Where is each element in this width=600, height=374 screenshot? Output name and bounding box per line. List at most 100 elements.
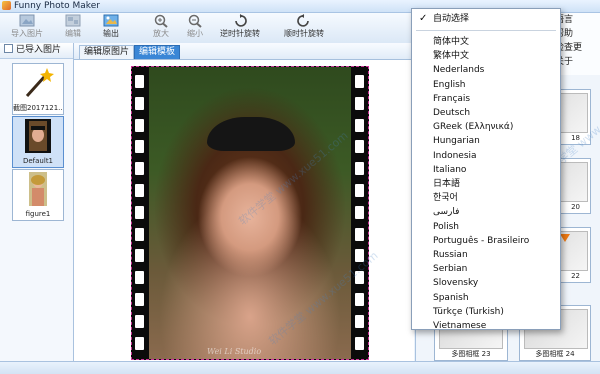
export-icon (103, 14, 119, 27)
template-caption: 多图相框 23 (451, 350, 491, 358)
film-hole (355, 293, 364, 306)
import-image-button[interactable]: 导入图片 (4, 14, 50, 42)
arrow-down-icon (560, 234, 570, 242)
rotate-ccw-label: 逆时针旋转 (220, 29, 260, 38)
rotate-cw-button[interactable]: 顺时针旋转 (278, 14, 330, 42)
language-option[interactable]: Indonesia (412, 149, 560, 163)
zoom-out-icon (188, 14, 202, 28)
language-option[interactable]: Français (412, 92, 560, 106)
film-hole (135, 271, 144, 285)
imported-image-item[interactable]: 截图2017121... (12, 63, 64, 115)
editor-canvas[interactable]: Wei Li Studio 软件学堂 www.xue51.com 软件学堂 ww… (74, 60, 414, 361)
language-option[interactable]: Türkçe (Turkish) (412, 305, 560, 319)
film-hole (135, 314, 144, 328)
film-hole (355, 118, 364, 132)
export-label: 输出 (103, 29, 119, 38)
zoom-in-icon (154, 14, 168, 28)
language-option-label: 简体中文 (433, 37, 470, 47)
language-option-label: Slovensky (433, 278, 479, 289)
language-auto-label: 自动选择 (433, 14, 470, 24)
rotate-cw-icon (297, 14, 309, 27)
language-auto-option[interactable]: ✓ 自动选择 (412, 12, 560, 26)
checkmark-icon: ✓ (419, 13, 428, 24)
language-option[interactable]: 한국어 (412, 191, 560, 205)
language-option-label: Nederlands (433, 65, 485, 76)
film-hole (355, 184, 364, 197)
language-option-label: Serbian (433, 264, 468, 275)
imported-image-item[interactable]: Default1 (12, 116, 64, 168)
language-option-label: Hungarian (433, 136, 480, 147)
menu-separator (416, 30, 556, 31)
headband (207, 117, 295, 151)
language-option[interactable]: GReek (Ελληνικά) (412, 120, 560, 134)
language-option[interactable]: Vietnamese (412, 319, 560, 333)
language-option[interactable]: Russian (412, 248, 560, 262)
photo-signature: Wei Li Studio (207, 347, 262, 356)
language-option-label: Polish (433, 221, 460, 232)
language-option[interactable]: Slovensky (412, 276, 560, 290)
window-title: Funny Photo Maker (14, 1, 100, 11)
language-option-label: فارسی (433, 207, 460, 218)
imported-images-panel: 已导入图片 截图2017121... Default1 figure1 (0, 43, 74, 361)
language-option-label: Français (433, 93, 471, 104)
language-option[interactable]: Português - Brasileiro (412, 234, 560, 248)
template-caption: 多图相框 24 (535, 350, 575, 358)
export-button[interactable]: 输出 (96, 14, 126, 42)
language-option-label: Spanish (433, 292, 469, 303)
film-hole (135, 293, 144, 306)
language-option[interactable]: 日本語 (412, 177, 560, 191)
language-option[interactable]: Deutsch (412, 106, 560, 120)
film-hole (135, 162, 144, 176)
language-option-label: Italiano (433, 164, 467, 175)
language-option-label: English (433, 79, 466, 90)
tab-edit-template[interactable]: 编辑模板 (134, 45, 181, 59)
import-image-icon (19, 14, 35, 27)
film-hole (135, 205, 144, 219)
language-option[interactable]: Italiano (412, 163, 560, 177)
film-hole (355, 96, 364, 110)
language-option[interactable]: Serbian (412, 262, 560, 276)
thumbnail-image (29, 172, 47, 206)
magic-wand-icon (25, 68, 54, 98)
zoom-in-label: 放大 (153, 29, 169, 38)
language-option-label: 한국어 (433, 193, 458, 204)
language-option[interactable]: 繁体中文 (412, 49, 560, 63)
imported-images-title: 已导入图片 (16, 45, 62, 55)
language-option[interactable]: Hungarian (412, 134, 560, 148)
language-option-label: Indonesia (433, 150, 477, 161)
language-option-label: 繁体中文 (433, 51, 470, 62)
film-hole (355, 162, 364, 176)
select-all-checkbox[interactable] (4, 44, 13, 53)
language-option[interactable]: Nederlands (412, 63, 560, 77)
film-hole (135, 249, 144, 263)
film-hole (355, 336, 364, 350)
language-option[interactable]: فارسی (412, 205, 560, 219)
imported-image-item[interactable]: figure1 (12, 169, 64, 221)
language-option-label: Português - Brasileiro (433, 235, 530, 246)
film-hole (135, 184, 144, 197)
imported-image-caption: 截图2017121... (13, 104, 63, 112)
zoom-in-button[interactable]: 放大 (146, 14, 176, 42)
tab-edit-original[interactable]: 编辑原图片 (79, 45, 135, 59)
language-option-label: Deutsch (433, 108, 471, 118)
film-hole (135, 96, 144, 110)
language-option-label: Türkçe (Turkish) (433, 306, 504, 317)
rotate-ccw-icon (235, 14, 247, 27)
film-hole (355, 205, 364, 219)
status-bar (0, 361, 600, 374)
language-option[interactable]: 简体中文 (412, 35, 560, 49)
rotate-ccw-button[interactable]: 逆时针旋转 (214, 14, 266, 42)
film-hole (355, 314, 364, 328)
language-option-label: Russian (433, 250, 468, 260)
zoom-out-label: 缩小 (187, 29, 203, 38)
language-option[interactable]: English (412, 78, 560, 92)
film-hole (135, 336, 144, 350)
edit-label: 编辑 (65, 29, 81, 38)
film-hole (135, 140, 144, 154)
zoom-out-button[interactable]: 缩小 (180, 14, 210, 42)
language-option[interactable]: Spanish (412, 291, 560, 305)
edit-button[interactable]: 编辑 (58, 14, 88, 42)
language-option-label: Vietnamese (433, 321, 487, 331)
language-option[interactable]: Polish (412, 220, 560, 234)
app-icon (2, 1, 11, 10)
